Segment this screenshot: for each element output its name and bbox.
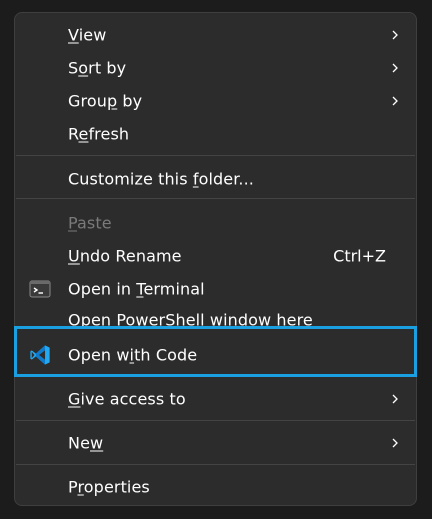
label-part: Ne — [68, 433, 91, 452]
label-part: Customize this — [68, 169, 193, 188]
mnemonic: w — [90, 433, 104, 452]
chevron-right-icon — [392, 96, 398, 105]
menu-item-label: Paste — [68, 213, 112, 232]
selection-highlight — [14, 326, 417, 377]
menu-item-undo-rename[interactable]: Undo Rename Ctrl+Z — [15, 239, 416, 272]
separator — [16, 198, 415, 199]
context-menu: View Sort by Group by Refresh Customize … — [14, 12, 417, 506]
chevron-right-icon — [392, 30, 398, 39]
menu-item-open-powershell[interactable]: Open PowerShell window here — [15, 304, 416, 330]
menu-item-label: New — [68, 433, 103, 452]
label-part: older... — [198, 169, 254, 188]
menu-item-open-in-terminal[interactable]: Open in Terminal — [15, 272, 416, 305]
separator — [16, 155, 415, 156]
menu-item-refresh[interactable]: Refresh — [15, 117, 416, 150]
menu-item-properties[interactable]: Properties — [15, 470, 416, 503]
label-rest: iew — [78, 25, 107, 44]
menu-item-label: Open in Terminal — [68, 279, 205, 298]
mnemonic: P — [68, 213, 78, 232]
mnemonic: e — [78, 124, 89, 143]
label-part: S — [68, 58, 79, 77]
shortcut-text: Ctrl+Z — [333, 246, 386, 265]
label-part: aste — [77, 213, 112, 232]
label-part: by — [117, 91, 143, 110]
mnemonic: G — [68, 389, 81, 408]
menu-item-label: View — [68, 25, 106, 44]
menu-item-view[interactable]: View — [15, 18, 416, 51]
mnemonic: U — [68, 246, 80, 265]
mnemonic: p — [106, 91, 118, 110]
menu-item-label: Properties — [68, 477, 150, 496]
mnemonic: o — [78, 58, 89, 77]
label-part: rt by — [88, 58, 127, 77]
menu-item-label: Sort by — [68, 58, 126, 77]
label-part: fresh — [88, 124, 130, 143]
label-part: operties — [83, 477, 150, 496]
menu-item-label: Refresh — [68, 124, 129, 143]
terminal-icon — [29, 280, 51, 297]
label-part: Grou — [68, 91, 107, 110]
menu-item-new[interactable]: New — [15, 426, 416, 459]
label-part: erminal — [143, 279, 205, 298]
label-part: R — [68, 124, 79, 143]
mnemonic: V — [68, 25, 79, 44]
label-part: ive access to — [80, 389, 186, 408]
menu-item-label: Group by — [68, 91, 142, 110]
separator — [16, 464, 415, 465]
chevron-right-icon — [392, 63, 398, 72]
menu-item-customize-folder[interactable]: Customize this folder... — [15, 162, 416, 195]
menu-item-sort-by[interactable]: Sort by — [15, 51, 416, 84]
menu-item-label: Undo Rename — [68, 246, 182, 265]
menu-item-label: Customize this folder... — [68, 169, 254, 188]
menu-item-give-access-to[interactable]: Give access to — [15, 382, 416, 415]
menu-item-group-by[interactable]: Group by — [15, 84, 416, 117]
label-part: ndo Rename — [79, 246, 182, 265]
label-part: Open in — [68, 279, 137, 298]
separator — [16, 420, 415, 421]
menu-item-paste: Paste — [15, 206, 416, 239]
menu-item-label: Give access to — [68, 389, 186, 408]
chevron-right-icon — [392, 394, 398, 403]
chevron-right-icon — [392, 438, 398, 447]
